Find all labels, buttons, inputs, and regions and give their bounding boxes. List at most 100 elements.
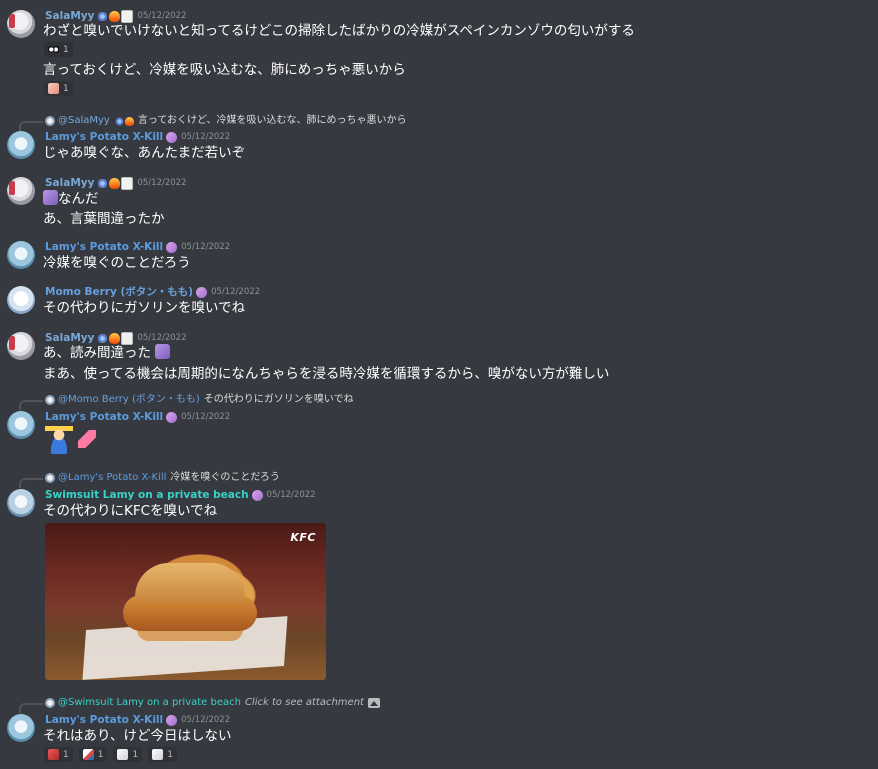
message-header: Lamy's Potato X-Kill 05/12/2022	[45, 713, 230, 727]
avatar[interactable]	[7, 131, 35, 159]
heart-badge-icon	[166, 411, 178, 423]
reaction-button[interactable]: 1	[148, 747, 177, 762]
eyes-emoji-icon	[48, 44, 59, 55]
message-header: SalaMyy 05/12/2022	[45, 331, 186, 345]
avatar[interactable]	[7, 177, 35, 205]
reaction-count: 1	[63, 83, 69, 94]
avatar[interactable]	[7, 10, 35, 38]
heart-badge-icon	[251, 489, 263, 501]
card-emoji-icon	[117, 749, 129, 760]
timestamp: 05/12/2022	[137, 178, 187, 188]
timestamp: 05/12/2022	[181, 132, 231, 142]
message-header: SalaMyy 05/12/2022	[45, 176, 186, 190]
message-text: その代わりにガソリンを嗅いでね	[43, 300, 246, 316]
fire-badge-icon	[109, 177, 121, 189]
reply-text: 言っておくけど、冷媒を吸い込むな、肺にめっちゃ悪いから	[137, 115, 407, 126]
author-name[interactable]: SalaMyy	[45, 176, 94, 190]
reply-avatar	[45, 698, 55, 708]
message-text: あ、言葉間違ったか	[43, 211, 165, 227]
chicken-sandwich-image[interactable]: KFC	[45, 523, 326, 680]
message-line: あ、読み間違った	[43, 344, 171, 362]
reply-preview[interactable]: @SalaMyy 言っておくけど、冷媒を吸い込むな、肺にめっちゃ悪いから	[45, 114, 407, 128]
reaction-button[interactable]: 1	[78, 747, 108, 762]
reply-author[interactable]: @Lamy's Potato X-Kill	[58, 471, 166, 485]
message-text: なんだ	[58, 191, 99, 207]
reply-preview[interactable]: @Momo Berry (ボタン・もも) その代わりにガソリンを嗅いでね	[45, 393, 353, 407]
burger-top-bun	[135, 563, 245, 603]
reply-author[interactable]: @SalaMyy	[58, 114, 110, 128]
reaction-bar: 1 1 1 1	[44, 747, 177, 762]
reply-preview[interactable]: @Swimsuit Lamy on a private beach Click …	[45, 696, 380, 710]
message-text: まあ、使ってる機会は周期的になんちゃらを浸る時冷媒を循環するから、嗅がない方が難…	[43, 366, 610, 382]
author-name[interactable]: Swimsuit Lamy on a private beach	[45, 488, 249, 502]
avatar[interactable]	[7, 411, 35, 439]
timestamp: 05/12/2022	[181, 715, 231, 725]
reply-text: その代わりにガソリンを嗅いでね	[203, 394, 354, 405]
author-name[interactable]: SalaMyy	[45, 331, 94, 345]
red-emoji-icon	[48, 749, 59, 760]
eye-badge-icon	[97, 332, 109, 344]
timestamp: 05/12/2022	[137, 11, 187, 21]
author-name[interactable]: Lamy's Potato X-Kill	[45, 130, 163, 144]
reaction-button[interactable]: 1	[44, 42, 73, 57]
message-text: それはあり、けど今日はしない	[43, 728, 232, 744]
card-badge-icon	[121, 9, 134, 23]
fire-badge-icon	[109, 332, 121, 344]
reply-author[interactable]: @Swimsuit Lamy on a private beach	[58, 696, 241, 710]
message-text: わざと嗅いでいけないと知ってるけどこの掃除したばかりの冷媒がスペインカンゾウの匂…	[43, 23, 635, 39]
reply-connector	[19, 400, 43, 410]
author-name[interactable]: Momo Berry (ボタン・もも)	[45, 285, 193, 299]
message-text: 冷媒を嗅ぐのことだろう	[43, 255, 191, 271]
reply-preview[interactable]: @Lamy's Potato X-Kill 冷媒を嗅ぐのことだろう	[45, 471, 280, 485]
white-emoji-icon	[152, 749, 164, 760]
eye-badge-icon	[97, 177, 109, 189]
reaction-count: 1	[97, 749, 104, 760]
heart-badge-icon	[166, 241, 178, 253]
author-name[interactable]: Lamy's Potato X-Kill	[45, 240, 163, 254]
reply-avatar	[45, 395, 55, 405]
heart-badge-icon	[166, 714, 178, 726]
timestamp: 05/12/2022	[181, 412, 231, 422]
image-icon	[367, 698, 380, 708]
eye-badge-icon	[97, 10, 109, 22]
author-name[interactable]: Lamy's Potato X-Kill	[45, 410, 163, 424]
sticker-emoji-icon	[48, 83, 59, 94]
reaction-button[interactable]: 1	[44, 747, 73, 762]
message-header: Swimsuit Lamy on a private beach 05/12/2…	[45, 488, 316, 502]
reaction-count: 1	[63, 749, 69, 760]
reply-connector	[19, 703, 43, 713]
avatar[interactable]	[7, 332, 35, 360]
reply-avatar	[45, 116, 55, 126]
flag-emoji-icon	[78, 430, 96, 448]
timestamp: 05/12/2022	[181, 242, 231, 252]
timestamp: 05/12/2022	[211, 287, 261, 297]
avatar[interactable]	[7, 489, 35, 517]
message-text: じゃあ嗅ぐな、あんたまだ若いぞ	[43, 145, 246, 161]
avatar[interactable]	[7, 714, 35, 742]
custom-emoji-icon	[155, 344, 171, 359]
message-header: Lamy's Potato X-Kill 05/12/2022	[45, 240, 230, 254]
message-header: Lamy's Potato X-Kill 05/12/2022	[45, 130, 230, 144]
message-text: その代わりにKFCを嗅いでね	[43, 503, 218, 519]
mixed-emoji-icon	[82, 749, 94, 760]
message-text: あ、読み間違った	[43, 345, 151, 361]
reaction-count: 1	[167, 749, 173, 760]
reaction-button[interactable]: 1	[44, 81, 73, 96]
avatar[interactable]	[7, 286, 35, 314]
reply-avatar	[45, 473, 55, 483]
author-name[interactable]: Lamy's Potato X-Kill	[45, 713, 163, 727]
message-line: なんだ	[43, 190, 99, 208]
reply-connector	[19, 121, 43, 131]
avatar[interactable]	[7, 241, 35, 269]
author-name[interactable]: SalaMyy	[45, 9, 94, 23]
reaction-bar: 1	[44, 81, 73, 96]
reaction-count: 1	[132, 749, 139, 760]
reaction-button[interactable]: 1	[113, 747, 143, 762]
reply-text: 冷媒を嗅ぐのことだろう	[170, 472, 280, 483]
custom-emoji-icon	[43, 190, 58, 205]
fire-badge-icon	[109, 10, 121, 22]
fire-badge-icon	[124, 116, 134, 126]
heart-badge-icon	[166, 131, 178, 143]
reply-author[interactable]: @Momo Berry (ボタン・もも)	[58, 393, 200, 407]
person-emoji-icon	[45, 426, 73, 454]
